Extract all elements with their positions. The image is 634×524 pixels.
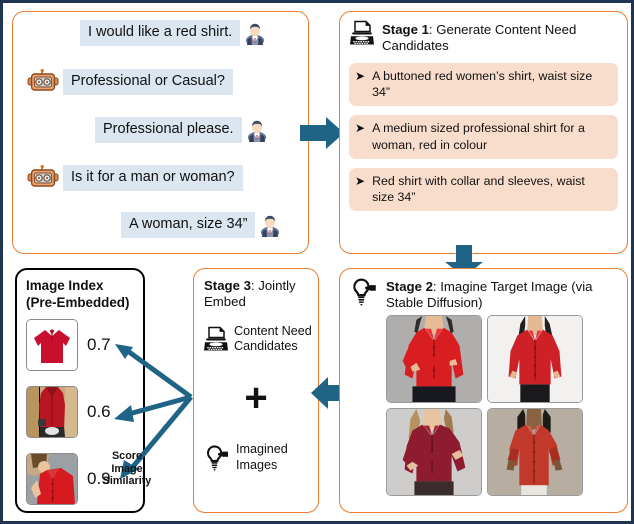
candidate-text: A buttoned red women’s shirt, waist size… — [372, 69, 593, 100]
person-avatar-icon — [246, 118, 268, 142]
chat-bubble: A woman, size 34” — [121, 212, 256, 238]
similarity-score: 0.6 — [87, 401, 111, 421]
bullet-arrow-icon: ➤ — [355, 121, 366, 136]
stage1-header: Stage 1: Generate Content Need Candidate… — [340, 12, 627, 54]
chat-bubble: I would like a red shirt. — [80, 20, 241, 46]
candidate-text: A medium sized professional shirt for a … — [372, 121, 585, 152]
bullet-arrow-icon: ➤ — [355, 69, 366, 84]
robot-avatar-icon — [27, 69, 59, 95]
score-label-text: Score Image Similarity — [102, 450, 152, 488]
image-index-title-line2: (Pre-Embedded) — [26, 294, 130, 310]
stage3-item-label: Content Need Candidates — [234, 324, 312, 354]
stage2-header: Stage 2: Imagine Target Image (via Stabl… — [340, 269, 627, 311]
content-need-candidate: ➤ Red shirt with collar and sleeves, wai… — [349, 167, 618, 211]
content-need-candidate: ➤ A buttoned red women’s shirt, waist si… — [349, 63, 618, 107]
stage2-label: Stage 2 — [386, 279, 433, 294]
stage3-item-content-need: Content Need Candidates — [194, 324, 318, 354]
typewriter-icon — [349, 20, 375, 46]
content-need-candidate: ➤ A medium sized professional shirt for … — [349, 115, 618, 159]
chat-message-bot-2: Is it for a man or woman? — [27, 165, 243, 191]
candidate-text: Red shirt with collar and sleeves, waist… — [372, 173, 585, 204]
chat-message-user-3: A woman, size 34” — [121, 212, 281, 238]
similarity-score: 0.7 — [87, 334, 111, 354]
red-blouse-woman-thumbnail[interactable] — [26, 452, 78, 505]
stage3-panel: Stage 3: Jointly Embed Content Need Cand… — [193, 268, 319, 513]
chat-bubble: Is it for a man or woman? — [63, 165, 243, 191]
red-shirt-woman-arms-crossed-image[interactable] — [386, 315, 482, 404]
dark-red-shirt-woman-arms-crossed-image[interactable] — [386, 408, 482, 497]
chat-bubble: Professional or Casual? — [63, 69, 233, 95]
lightbulb-icon — [349, 277, 379, 307]
stage1-panel: Stage 1: Generate Content Need Candidate… — [339, 11, 628, 254]
chat-message-user-1: I would like a red shirt. — [80, 20, 266, 46]
stage1-title: Stage 1: Generate Content Need Candidate… — [382, 20, 617, 54]
stage3-item-label: Imagined Images — [236, 442, 288, 472]
conversation-panel: I would like a red shirt. Professional o… — [12, 11, 309, 254]
image-index-title: Image Index (Pre-Embedded) — [17, 270, 143, 312]
chat-message-user-2: Professional please. — [95, 117, 268, 143]
red-shirt-woman-rolled-sleeves-image[interactable] — [487, 408, 583, 497]
plus-icon: + — [244, 376, 268, 421]
person-avatar-icon — [259, 213, 281, 237]
diagram-root: I would like a red shirt. Professional o… — [0, 0, 634, 524]
stage3-title: Stage 3: Jointly Embed — [194, 269, 318, 310]
chat-message-bot-1: Professional or Casual? — [27, 69, 233, 95]
stage3-label: Stage 3 — [204, 278, 251, 293]
lightbulb-icon — [203, 444, 231, 472]
stage2-title: Stage 2: Imagine Target Image (via Stabl… — [386, 277, 617, 311]
red-polo-shirt-thumbnail[interactable] — [26, 318, 78, 371]
typewriter-icon — [203, 326, 229, 352]
red-shirt-woman-standing-image[interactable] — [487, 315, 583, 404]
stage1-label: Stage 1 — [382, 22, 429, 37]
red-dress-shirt-man-thumbnail[interactable] — [26, 385, 78, 438]
chat-bubble: Professional please. — [95, 117, 242, 143]
imagined-images-grid — [386, 315, 627, 497]
stage2-panel: Stage 2: Imagine Target Image (via Stabl… — [339, 268, 628, 513]
robot-avatar-icon — [27, 165, 59, 191]
score-similarity-label: Score Image Similarity — [99, 450, 155, 488]
image-index-title-line1: Image Index — [26, 278, 104, 293]
person-avatar-icon — [244, 21, 266, 45]
bullet-arrow-icon: ➤ — [355, 173, 366, 188]
stage3-item-imagined-images: Imagined Images — [194, 442, 318, 472]
